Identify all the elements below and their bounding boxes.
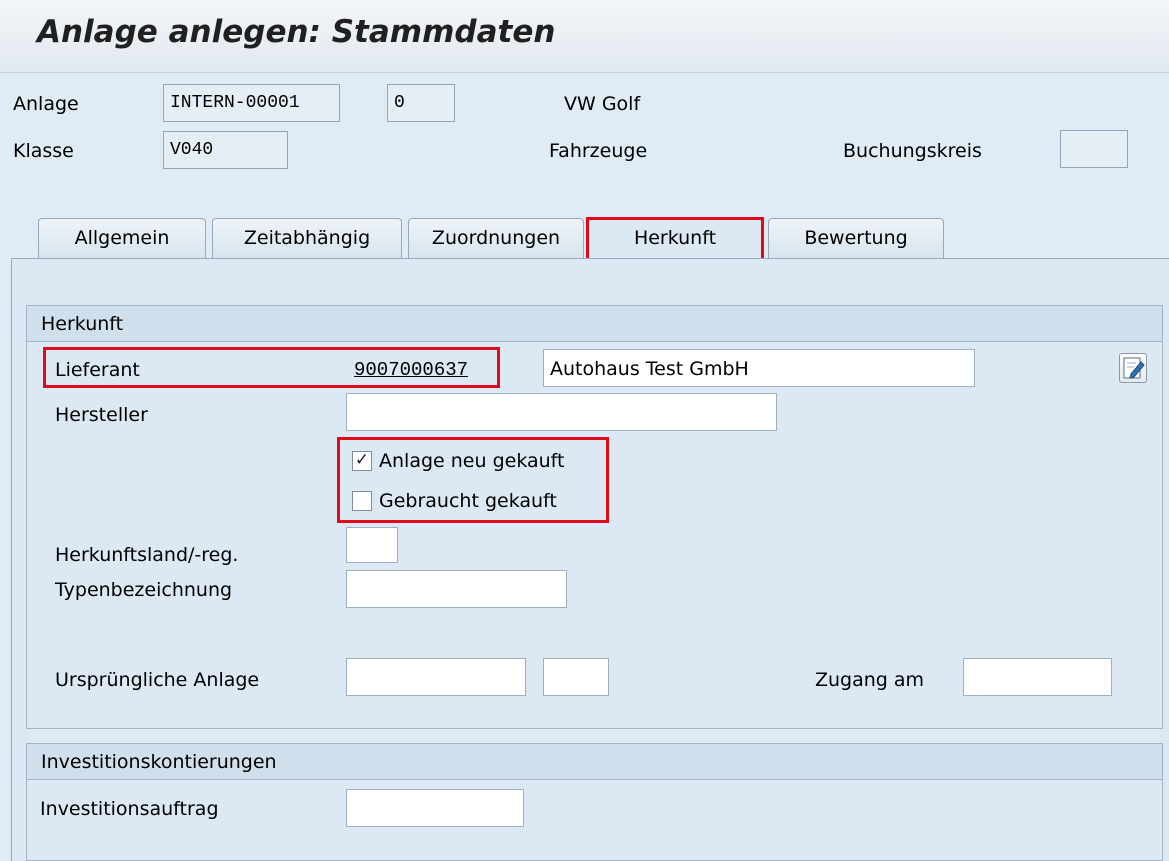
edit-vendor-button[interactable] — [1119, 353, 1147, 383]
tab-zuordnungen-label: Zuordnungen — [431, 227, 561, 249]
urspruengliche-anlage-sub-field[interactable] — [543, 658, 609, 696]
anlage-label: Anlage — [13, 93, 79, 115]
tab-zuordnungen[interactable]: Zuordnungen — [408, 218, 584, 258]
hersteller-label: Hersteller — [55, 404, 148, 426]
edit-pencil-icon — [1123, 357, 1145, 379]
anlage-neu-gekauft-checkbox[interactable]: ✓ — [352, 451, 372, 471]
herkunft-tab-highlight — [586, 217, 764, 262]
tab-zeitabhaengig-label: Zeitabhängig — [243, 227, 371, 249]
tab-bewertung-label: Bewertung — [804, 227, 908, 249]
investitionsauftrag-label: Investitionsauftrag — [40, 798, 219, 820]
urspruengliche-anlage-field[interactable] — [346, 658, 526, 696]
zugang-am-label: Zugang am — [815, 669, 925, 691]
investitionskontierungen-group-title: Investitionskontierungen — [27, 744, 1162, 780]
tab-zeitabhaengig[interactable]: Zeitabhängig — [212, 218, 402, 258]
typenbezeichnung-label: Typenbezeichnung — [55, 579, 233, 601]
hersteller-field[interactable] — [346, 393, 777, 431]
typenbezeichnung-field[interactable] — [346, 570, 567, 608]
klasse-description: Fahrzeuge — [549, 140, 648, 162]
title-bar: Anlage anlegen: Stammdaten — [0, 0, 1169, 73]
klasse-field[interactable]: V040 — [163, 131, 288, 169]
klasse-label: Klasse — [13, 140, 74, 162]
lieferant-highlight — [43, 347, 500, 388]
investitionsauftrag-field[interactable] — [346, 789, 524, 827]
anlage-neu-gekauft-label: Anlage neu gekauft — [379, 450, 565, 472]
checkmark-icon: ✓ — [354, 450, 370, 470]
anlage-description: VW Golf — [564, 93, 641, 115]
anlage-subnumber-field[interactable]: 0 — [387, 84, 455, 122]
tab-bewertung[interactable]: Bewertung — [768, 218, 944, 258]
tab-allgemein[interactable]: Allgemein — [38, 218, 206, 258]
zugang-am-field[interactable] — [963, 658, 1112, 696]
herkunftsland-label: Herkunftsland/-reg. — [55, 544, 239, 566]
tab-allgemein-label: Allgemein — [74, 227, 170, 249]
buchungskreis-field[interactable] — [1060, 130, 1128, 168]
herkunftsland-field[interactable] — [346, 527, 398, 563]
gebraucht-gekauft-checkbox[interactable] — [352, 491, 372, 511]
buchungskreis-label: Buchungskreis — [843, 140, 982, 162]
herkunft-group-title: Herkunft — [27, 306, 1162, 342]
anlage-field[interactable]: INTERN-00001 — [163, 84, 340, 122]
page-title: Anlage anlegen: Stammdaten — [37, 14, 556, 50]
lieferant-name-field[interactable]: Autohaus Test GmbH — [543, 349, 975, 387]
gebraucht-gekauft-label: Gebraucht gekauft — [379, 490, 557, 512]
urspruengliche-anlage-label: Ursprüngliche Anlage — [55, 669, 260, 691]
